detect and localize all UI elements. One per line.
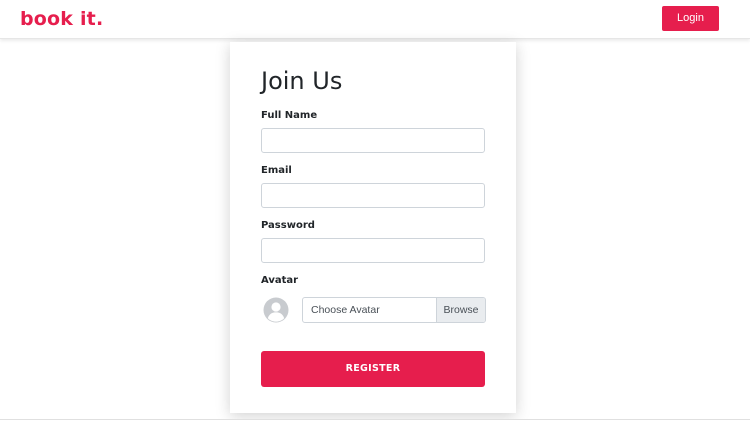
email-label: Email (261, 165, 292, 176)
file-input-placeholder: Choose Avatar (311, 304, 380, 316)
password-label: Password (261, 220, 315, 231)
full-name-label: Full Name (261, 110, 318, 121)
user-circle-icon (263, 297, 289, 323)
register-card: Join Us Full Name Email Password Avatar … (230, 42, 516, 413)
full-name-input[interactable] (261, 128, 485, 153)
top-navbar: book it. Login (0, 0, 750, 39)
email-input[interactable] (261, 183, 485, 208)
browse-button[interactable]: Browse (436, 298, 485, 322)
register-button[interactable]: REGISTER (261, 351, 485, 387)
password-input[interactable] (261, 238, 485, 263)
brand-logo[interactable]: book it. (20, 8, 103, 30)
page-bottom-divider (0, 419, 750, 423)
form-title: Join Us (261, 67, 343, 95)
avatar-label: Avatar (261, 275, 299, 286)
login-button[interactable]: Login (662, 6, 719, 31)
avatar-file-input[interactable]: Choose Avatar Browse (302, 297, 486, 323)
